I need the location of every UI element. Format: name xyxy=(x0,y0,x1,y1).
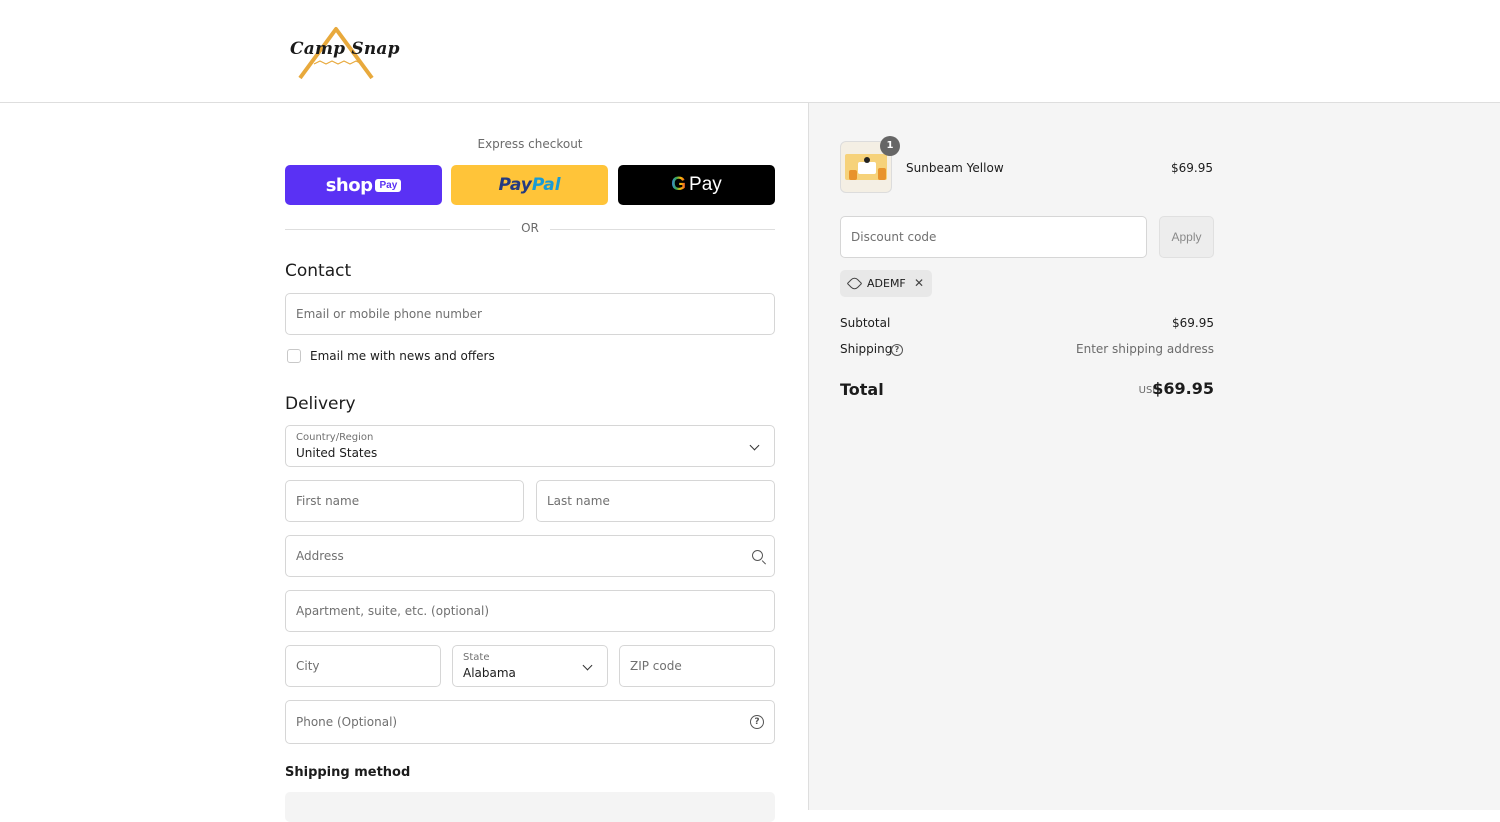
zip-placeholder: ZIP code xyxy=(630,659,682,673)
camera-lens xyxy=(864,157,870,163)
header: Camp Snap xyxy=(0,0,1500,103)
subtotal-value: $69.95 xyxy=(1172,316,1214,330)
paypal-wordmark: PayPal xyxy=(498,175,561,195)
discount-code-placeholder: Discount code xyxy=(851,230,937,244)
apartment-field[interactable]: Apartment, suite, etc. (optional) xyxy=(285,590,775,632)
camp-snap-logo[interactable]: Camp Snap xyxy=(288,26,399,82)
first-name-placeholder: First name xyxy=(296,494,360,508)
shop-pay-button[interactable]: shop Pay xyxy=(285,165,442,205)
or-divider-right xyxy=(550,229,775,230)
shipping-value: Enter shipping address xyxy=(1076,342,1214,356)
discount-code-field[interactable]: Discount code xyxy=(840,216,1147,258)
chevron-down-icon xyxy=(582,660,593,671)
order-summary-panel xyxy=(808,103,1500,810)
logo-text: Camp Snap xyxy=(290,39,400,59)
close-icon[interactable]: ✕ xyxy=(914,277,924,290)
or-divider-text: OR xyxy=(521,221,539,235)
thumbnail-decoration xyxy=(849,170,857,180)
country-select[interactable]: Country/Region United States xyxy=(285,425,775,467)
email-field[interactable]: Email or mobile phone number xyxy=(285,293,775,335)
email-placeholder: Email or mobile phone number xyxy=(296,307,482,321)
shipping-method-placeholder-box xyxy=(285,792,775,822)
delivery-heading: Delivery xyxy=(285,394,356,414)
shop-pay-badge: Pay xyxy=(375,178,402,192)
google-g-icon: G xyxy=(671,174,687,195)
shipping-label: Shipping xyxy=(840,342,893,356)
applied-discount-code: ADEMF xyxy=(867,277,906,290)
shipping-method-heading: Shipping method xyxy=(285,765,411,780)
chevron-down-icon xyxy=(749,440,760,451)
last-name-placeholder: Last name xyxy=(547,494,610,508)
address-field[interactable]: Address xyxy=(285,535,775,577)
state-label: State xyxy=(463,652,490,663)
zip-field[interactable]: ZIP code xyxy=(619,645,775,687)
first-name-field[interactable]: First name xyxy=(285,480,524,522)
google-pay-button[interactable]: G Pay xyxy=(618,165,775,205)
express-checkout-title: Express checkout xyxy=(477,137,583,151)
country-value: United States xyxy=(296,446,378,460)
applied-discount-chip: ADEMF ✕ xyxy=(840,270,932,297)
or-divider-left xyxy=(285,229,510,230)
state-select[interactable]: State Alabama xyxy=(452,645,608,687)
city-field[interactable]: City xyxy=(285,645,441,687)
total-value: $69.95 xyxy=(1152,379,1214,398)
camera-shape xyxy=(858,162,876,174)
paypal-button[interactable]: PayPal xyxy=(451,165,608,205)
address-placeholder: Address xyxy=(296,549,344,563)
quantity-badge: 1 xyxy=(880,136,900,156)
last-name-field[interactable]: Last name xyxy=(536,480,775,522)
search-icon xyxy=(752,550,763,561)
country-label: Country/Region xyxy=(296,432,374,443)
help-icon[interactable]: ? xyxy=(750,715,764,729)
help-icon[interactable]: ? xyxy=(891,344,903,356)
phone-placeholder: Phone (Optional) xyxy=(296,715,398,729)
newsletter-checkbox[interactable] xyxy=(287,349,301,363)
thumbnail-decoration xyxy=(878,168,886,180)
product-price: $69.95 xyxy=(1171,161,1213,175)
tag-icon xyxy=(846,275,863,292)
contact-heading: Contact xyxy=(285,261,352,281)
phone-field[interactable]: Phone (Optional) ? xyxy=(285,700,775,744)
apply-discount-button[interactable]: Apply xyxy=(1159,216,1214,258)
total-label: Total xyxy=(840,380,884,399)
city-placeholder: City xyxy=(296,659,320,673)
apartment-placeholder: Apartment, suite, etc. (optional) xyxy=(296,604,490,618)
state-value: Alabama xyxy=(463,666,516,680)
google-pay-wordmark: Pay xyxy=(689,174,722,195)
product-name: Sunbeam Yellow xyxy=(906,161,1004,175)
newsletter-label: Email me with news and offers xyxy=(310,349,495,363)
shop-pay-wordmark: shop xyxy=(325,174,373,196)
subtotal-label: Subtotal xyxy=(840,316,891,330)
